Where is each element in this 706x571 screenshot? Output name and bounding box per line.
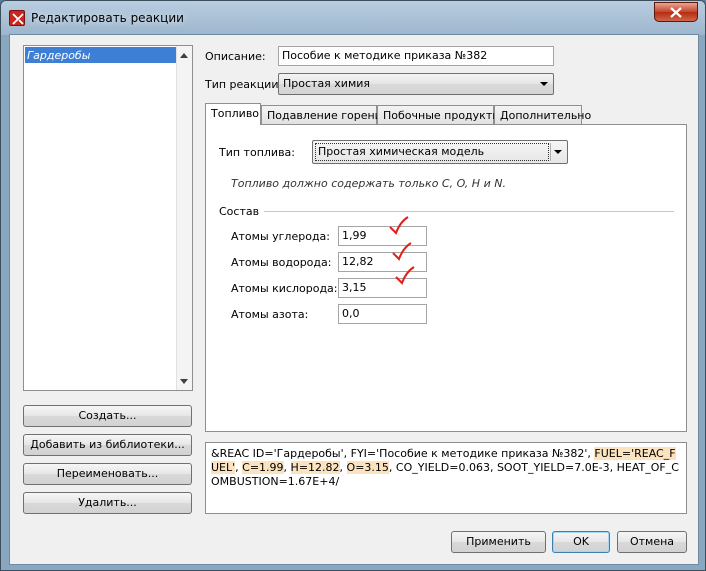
tab-advanced[interactable]: Дополнительно <box>494 105 591 125</box>
ok-button[interactable]: OK <box>552 531 610 553</box>
delete-button[interactable]: Удалить... <box>23 492 192 514</box>
reaction-type-select[interactable]: Простая химия <box>278 73 554 95</box>
checkmark-icon <box>389 216 409 235</box>
nitrogen-atoms-label: Атомы азота: <box>231 308 309 321</box>
nitrogen-atoms-input[interactable]: 0,0 <box>338 304 427 324</box>
fuel-type-select[interactable]: Простая химическая модель <box>312 140 568 164</box>
reaction-type-label: Тип реакции: <box>205 78 283 91</box>
oxygen-atoms-label: Атомы кислорода: <box>231 282 338 295</box>
composition-divider <box>264 211 674 212</box>
checkmark-icon <box>395 266 415 285</box>
add-from-library-button[interactable]: Добавить из библиотеки... <box>23 434 192 456</box>
fuel-type-label: Тип топлива: <box>219 146 295 159</box>
close-button[interactable] <box>654 2 698 22</box>
carbon-atoms-label: Атомы углерода: <box>231 230 330 243</box>
app-logo-icon <box>9 10 25 26</box>
fuel-hint-text: Топливо должно содержать только C, O, H … <box>231 177 506 190</box>
create-button[interactable]: Создать... <box>23 405 192 427</box>
title-bar[interactable]: Редактировать реакции <box>1 1 705 35</box>
tab-byproducts[interactable]: Побочные продукты <box>377 105 501 125</box>
fuel-tab-panel: Тип топлива: Простая химическая модель Т… <box>205 124 687 432</box>
tab-fuel[interactable]: Топливо <box>205 103 261 125</box>
chevron-down-icon <box>554 150 562 154</box>
reaction-list[interactable]: Гардеробы <box>23 45 193 391</box>
cancel-button[interactable]: Отмена <box>617 531 687 553</box>
chevron-down-icon <box>540 82 548 86</box>
carbon-atoms-input[interactable]: 1,99 <box>338 226 427 246</box>
tab-combustion-suppression[interactable]: Подавление горения <box>261 105 388 125</box>
rename-button[interactable]: Переименовать... <box>23 463 192 485</box>
dialog-client-area: Гардеробы Создать... Добавить из библиот… <box>9 34 699 565</box>
list-item[interactable]: Гардеробы <box>25 47 177 63</box>
close-icon <box>670 7 682 18</box>
window-title: Редактировать реакции <box>31 11 184 25</box>
hydrogen-atoms-label: Атомы водорода: <box>231 256 332 269</box>
composition-group-label: Состав <box>219 205 260 218</box>
list-scrollbar[interactable] <box>176 46 192 390</box>
description-input[interactable]: Пособие к методике приказа №382 <box>278 46 554 66</box>
fuel-type-value: Простая химическая модель <box>315 143 549 161</box>
apply-button[interactable]: Применить <box>451 531 546 553</box>
scroll-up-arrow-icon[interactable] <box>180 53 188 58</box>
checkmark-icon <box>392 242 412 261</box>
reaction-type-value: Простая химия <box>283 77 371 90</box>
description-label: Описание: <box>205 50 266 63</box>
dialog-window: Редактировать реакции Гардеробы Создать.… <box>0 0 706 571</box>
scroll-down-arrow-icon[interactable] <box>180 379 188 384</box>
fds-output-text[interactable]: &REAC ID='Гардеробы', FYI='Пособие к мет… <box>205 442 687 514</box>
